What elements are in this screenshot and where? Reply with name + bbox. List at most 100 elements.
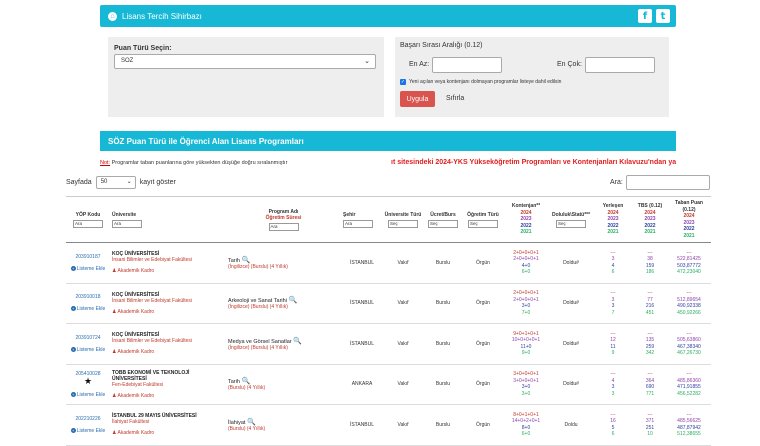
quota: 8+0+1+0+1 14+0+2+0+1 8+0 6+0	[505, 412, 547, 438]
facebook-icon[interactable]: f	[638, 9, 652, 23]
placed: --- 16 5 6	[595, 412, 631, 438]
col-yop[interactable]: YÖP Kodu Ara	[66, 196, 110, 243]
base-score-value: 467,26730	[677, 350, 701, 357]
tbs-value: 186	[645, 269, 655, 276]
university-name[interactable]: TOBB EKONOMİ VE TEKNOLOJİ ÜNİVERSİTESİ	[112, 370, 224, 382]
search-icon[interactable]: 🔍	[241, 378, 250, 385]
university-cell: KOÇ ÜNİVERSİTESİ İnsani Bilimler ve Edebi…	[110, 323, 226, 365]
program-name-link[interactable]: Medya ve Görsel Sanatlar 🔍	[228, 337, 339, 345]
search-icon[interactable]: 🔍	[247, 419, 256, 426]
add-to-list-label: Listeme Ekle	[76, 346, 106, 353]
quota-cell: 2+0+0+0+1 2+0+0+0+1 3+0 7+0	[503, 283, 549, 324]
yop-code-link[interactable]: 202210226	[68, 416, 108, 422]
uni-type-cell: Vakıf	[383, 323, 423, 365]
col-edu-type[interactable]: Öğretim Türü Seç	[463, 196, 503, 243]
add-to-list-button[interactable]: + Listeme Ekle	[68, 427, 108, 434]
fee-cell: Burslu	[423, 323, 463, 365]
reset-link[interactable]: Sıfırla	[446, 95, 464, 102]
add-to-list-button[interactable]: + Listeme Ekle	[68, 265, 108, 272]
placed-cell: --- 4 3 3	[593, 364, 633, 405]
note-prefix: Not:	[100, 160, 111, 166]
yop-cell: 202210226 + Listeme Ekle	[66, 404, 110, 446]
select-filter[interactable]: Seç	[468, 219, 498, 228]
rank-range-label: Başarı Sırası Aralığı (0.12)	[400, 42, 483, 49]
city-cell: ANKARA	[341, 364, 383, 405]
faculty-name: İnsani Bilimler ve Edebiyat Fakültesi	[112, 338, 193, 345]
plus-icon: +	[70, 346, 76, 352]
faculty-name: İlahiyat Fakültesi	[112, 419, 150, 426]
include-new-programs-label: Yeni açılan veya kontenjanı dolmayan pro…	[409, 79, 562, 85]
section-title: SÖZ Puan Türü ile Öğrenci Alan Lisans Pr…	[100, 131, 676, 151]
university-cell: İSTANBUL 29 MAYIS ÜNİVERSİTESİ İlahiyat F…	[110, 404, 226, 446]
checkbox-checked-icon[interactable]: ✓	[400, 79, 406, 85]
apply-button[interactable]: Uygula	[400, 91, 435, 107]
search-icon[interactable]: 🔍	[293, 338, 302, 345]
base-score: --- 512,89654 490,92338 450,92266	[669, 290, 709, 316]
yop-code-link[interactable]: 203910187	[68, 254, 108, 260]
col-city[interactable]: Şehir Ara	[341, 196, 383, 243]
yop-code-link[interactable]: 203910724	[68, 335, 108, 341]
home-icon[interactable]: ⌂	[108, 11, 117, 21]
program-name-link[interactable]: İlahiyat 🔍	[228, 418, 339, 426]
tbs-value: 10	[647, 431, 653, 438]
search-input[interactable]	[626, 175, 710, 190]
col-status[interactable]: Doluluk\Statü*** Seç	[549, 196, 593, 243]
fee-cell: Burslu	[423, 364, 463, 405]
twitter-icon[interactable]: t	[656, 9, 670, 23]
edu-type-cell: Örgün	[463, 364, 503, 405]
table-row: 202210226 + Listeme Ekle İSTANBUL 29 MAYIS …	[66, 404, 711, 446]
score-type-panel: Puan Türü Seçin: SOZ ⌄	[108, 37, 384, 117]
academic-staff-link[interactable]: ♟Akademik Kadro	[112, 430, 224, 436]
col-university[interactable]: Üniversite Ara	[110, 196, 226, 243]
academic-staff-link[interactable]: ♟Akademik Kadro	[112, 349, 224, 355]
faculty-name: İnsani Bilimler ve Edebiyat Fakültesi	[112, 257, 193, 264]
col-fee[interactable]: Ücret/Burs Seç	[423, 196, 463, 243]
base-score-value: 512,38655	[677, 431, 701, 438]
col-program[interactable]: Program Adı Öğretim Süresi Ara	[226, 196, 341, 243]
placed-cell: --- 3 3 7	[593, 283, 633, 324]
program-name-link[interactable]: Tarih 🔍	[228, 377, 339, 385]
people-icon: ♟	[112, 392, 117, 399]
search-icon[interactable]: 🔍	[288, 297, 297, 304]
people-icon: ♟	[112, 268, 117, 275]
people-icon: ♟	[112, 349, 117, 356]
quota-value: 7+0	[521, 309, 531, 316]
social-links: f t	[638, 9, 670, 23]
search-icon[interactable]: 🔍	[241, 257, 250, 264]
academic-staff-link[interactable]: ♟Akademik Kadro	[112, 309, 224, 315]
filter-input[interactable]: Ara	[73, 219, 103, 228]
academic-staff-link[interactable]: ♟Akademik Kadro	[112, 393, 224, 399]
header-bar: ⌂ Lisans Tercih Sihirbazı f t	[100, 5, 676, 27]
include-new-programs[interactable]: ✓ Yeni açılan veya kontenjanı dolmayan p…	[400, 79, 561, 85]
col-base-score[interactable]: Taban Puan (0.12) 2024 2023 2022 2021	[667, 196, 711, 243]
select-filter[interactable]: Seç	[428, 219, 458, 228]
col-placed[interactable]: Yerleşen 2024 2023 2022 2021	[593, 196, 633, 243]
base-score-value: 450,92266	[677, 309, 701, 316]
select-filter[interactable]: Seç	[556, 219, 586, 228]
table-row: 203910018 + Listeme Ekle KOÇ ÜNİVERSİTESİ İn…	[66, 283, 711, 324]
add-to-list-button[interactable]: + Listeme Ekle	[68, 391, 108, 398]
score-type-select[interactable]: SOZ ⌄	[114, 54, 376, 69]
announcement-marquee: ıt sitesindeki 2024-YKS Yükseköğretim Pr…	[391, 159, 677, 166]
tbs-cell: --- 38 159 186	[633, 242, 667, 284]
col-quota[interactable]: Kontenjan** 2024 2023 2022 2021	[503, 196, 549, 243]
page-length-select[interactable]: 50 ⌄	[95, 176, 136, 189]
select-filter[interactable]: Seç	[388, 219, 418, 228]
filter-input[interactable]: Ara	[112, 219, 142, 228]
program-name: Tarih	[228, 257, 240, 264]
rank-max-input[interactable]	[585, 57, 655, 73]
quota-value: 6+0	[521, 269, 531, 276]
col-tbs[interactable]: TBS (0.12) 2024 2023 2022 2021	[633, 196, 667, 243]
filter-input[interactable]: Ara	[268, 222, 299, 231]
quota: 3+0+0+0+1 3+0+0+0+1 3+0 3+0	[505, 371, 547, 397]
add-to-list-button[interactable]: + Listeme Ekle	[68, 306, 108, 312]
add-to-list-button[interactable]: + Listeme Ekle	[68, 346, 108, 353]
col-uni-type[interactable]: Üniversite Türü Seç	[383, 196, 423, 243]
yop-code-link[interactable]: 203910018	[68, 294, 108, 300]
program-name-link[interactable]: Tarih 🔍	[228, 256, 339, 264]
filter-input[interactable]: Ara	[343, 219, 373, 228]
rank-min-input[interactable]	[432, 57, 502, 73]
yop-cell: 205410028 ★ + Listeme Ekle	[66, 364, 110, 405]
academic-staff-link[interactable]: ♟Akademik Kadro	[112, 268, 224, 274]
program-details: (İngilizce) (Burslu) (4 Yıllık)	[228, 304, 288, 311]
